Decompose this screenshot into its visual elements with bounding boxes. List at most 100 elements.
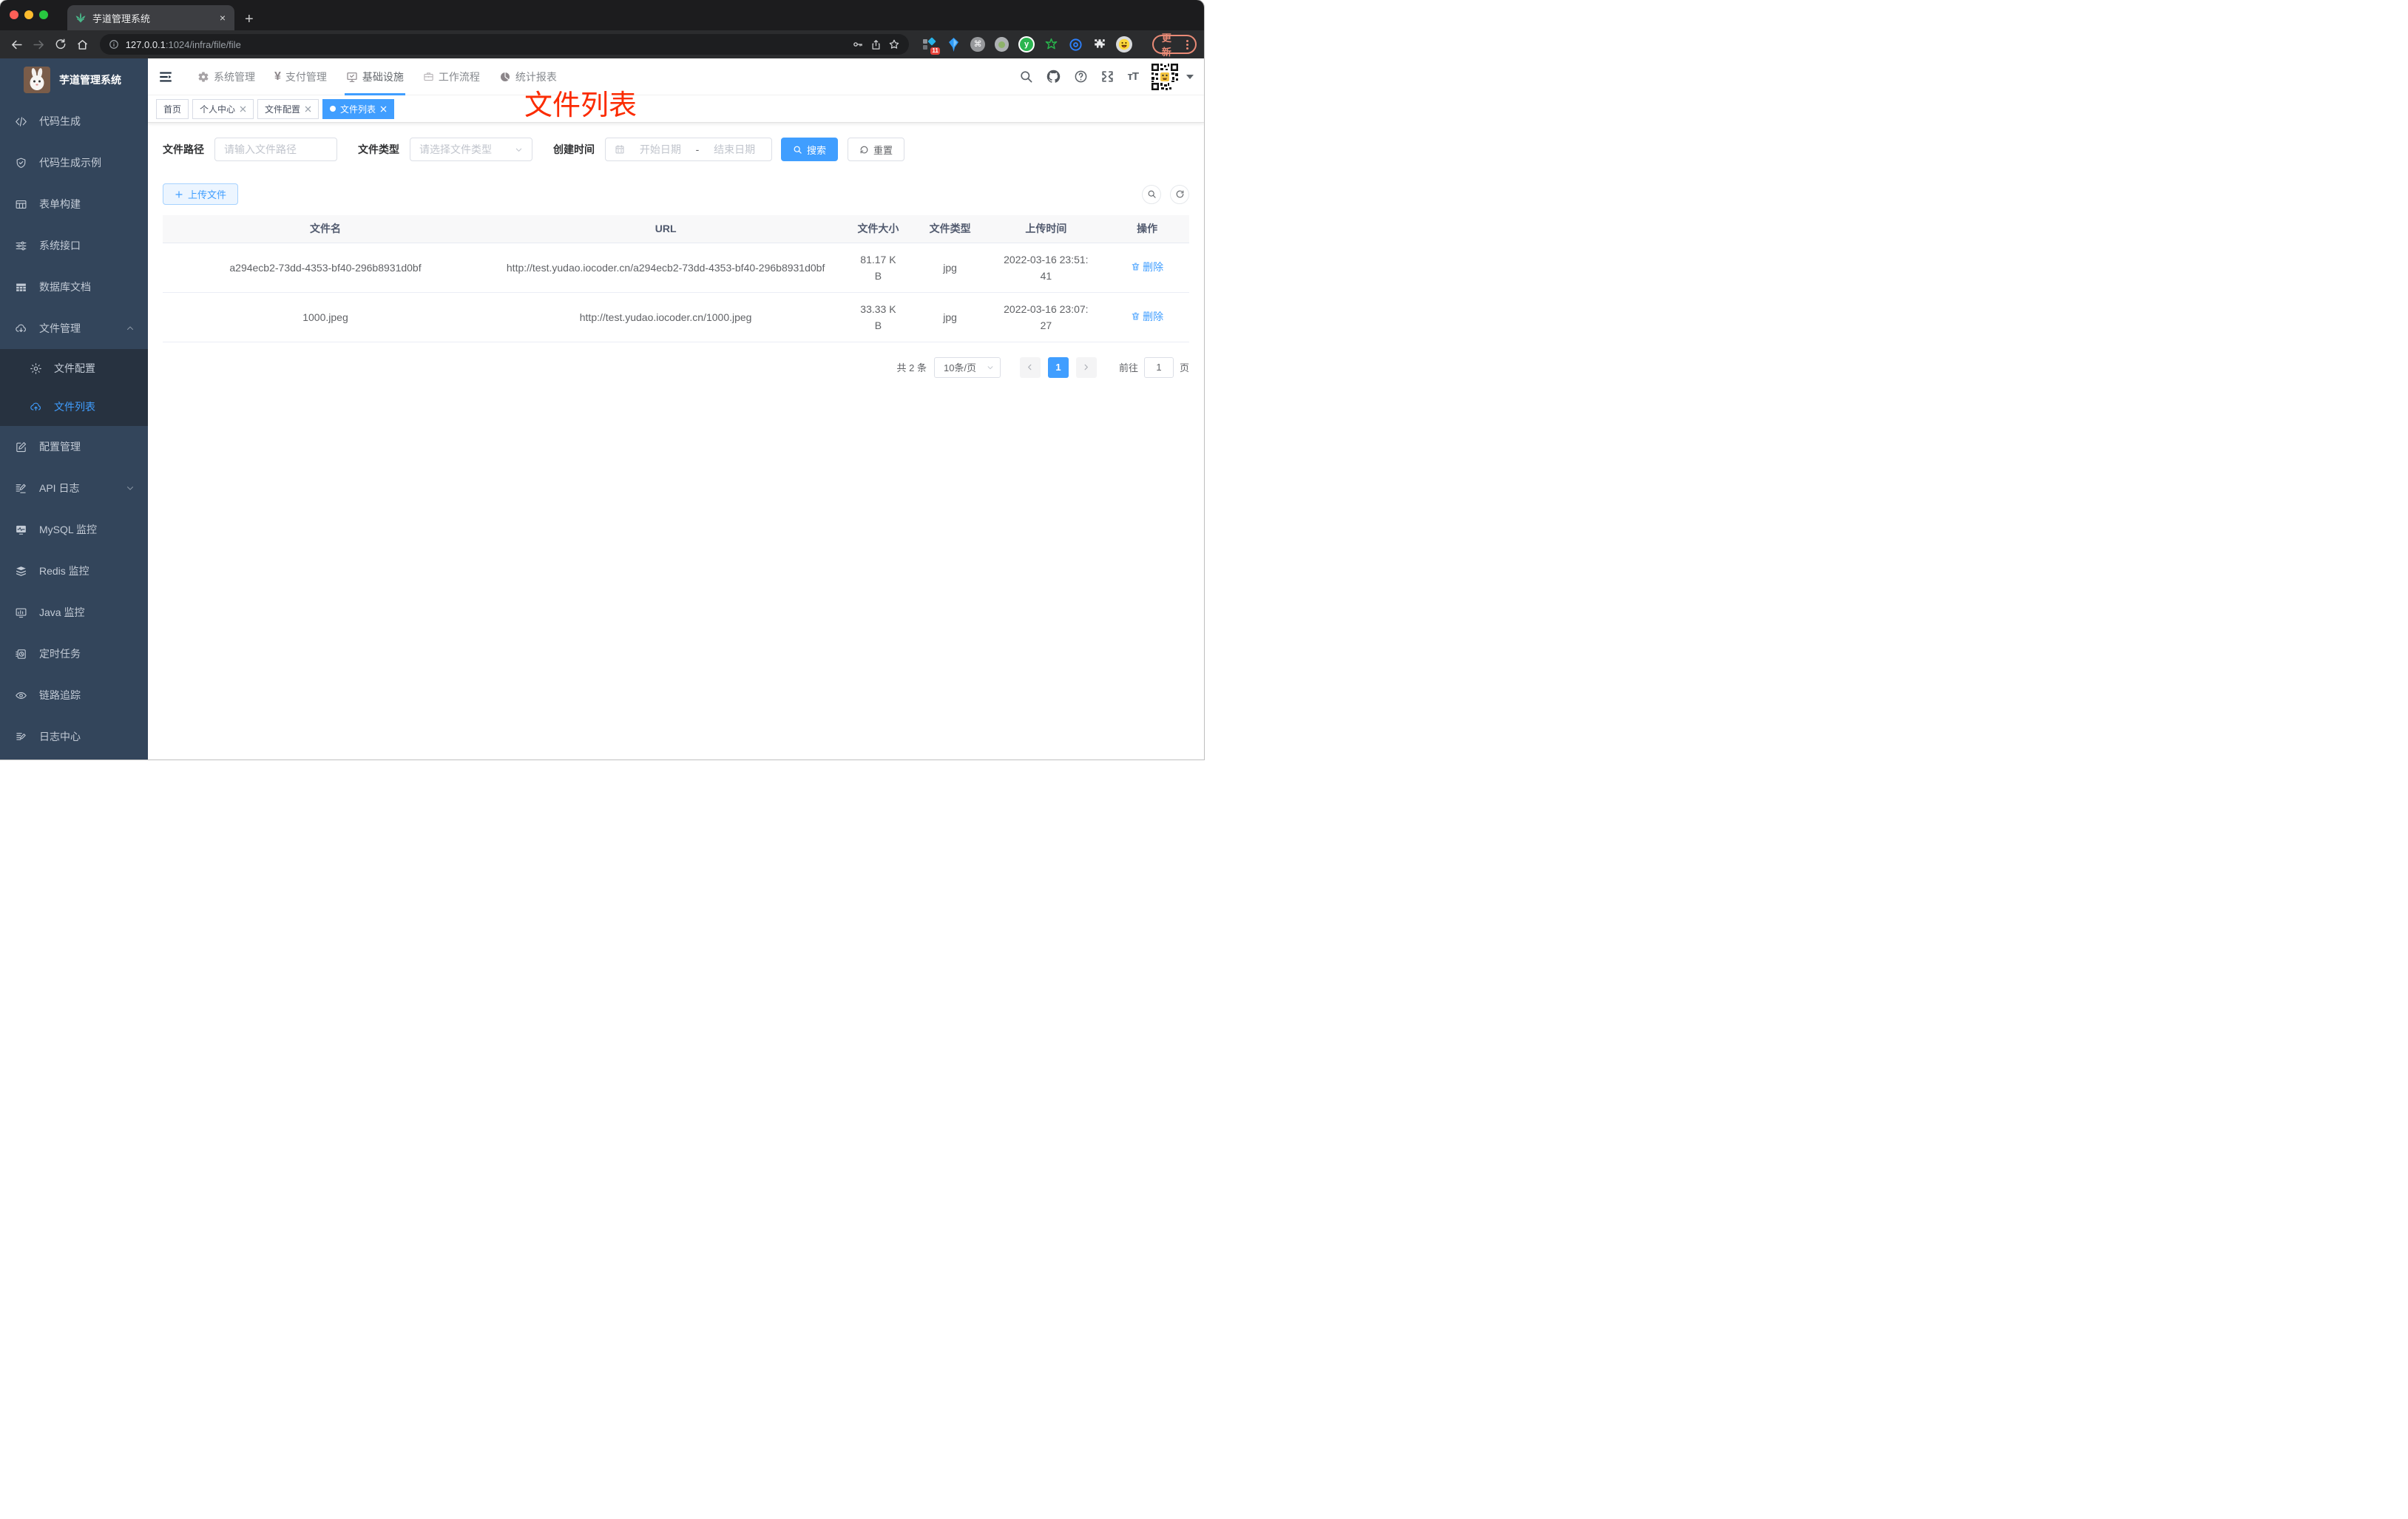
sidebar-item-code-generation[interactable]: 代码生成	[0, 101, 148, 142]
col-url: URL	[488, 215, 844, 243]
avatar-dropdown-icon[interactable]	[1186, 74, 1194, 79]
close-icon[interactable]	[380, 106, 387, 112]
toggle-search-icon[interactable]	[1142, 184, 1161, 204]
minimize-window-button[interactable]	[24, 10, 33, 19]
sidebar-item-form-builder[interactable]: 表单构建	[0, 183, 148, 225]
file-path-input-field[interactable]	[224, 143, 328, 155]
avatar-qr-code[interactable]	[1150, 61, 1180, 92]
reload-icon[interactable]	[51, 35, 70, 54]
zoom-window-button[interactable]	[39, 10, 48, 19]
sidebar-item-file-management[interactable]: 文件管理	[0, 308, 148, 349]
file-path-input[interactable]	[214, 138, 337, 161]
chevron-down-icon	[515, 146, 523, 154]
url-text[interactable]: 127.0.0.1:1024/infra/file/file	[126, 39, 241, 50]
address-bar[interactable]: 127.0.0.1:1024/infra/file/file	[99, 34, 909, 55]
cloud-upload-icon	[30, 401, 42, 413]
site-info-icon[interactable]	[109, 39, 119, 50]
next-page-button[interactable]	[1075, 356, 1097, 378]
file-type-select[interactable]: 请选择文件类型	[410, 138, 532, 161]
sidebar-item-file-config[interactable]: 文件配置	[0, 349, 148, 388]
help-icon[interactable]	[1074, 70, 1088, 84]
table-header-row: 文件名 URL 文件大小 文件类型 上传时间 操作	[163, 215, 1189, 243]
topnav-workflow[interactable]: 工作流程	[413, 58, 490, 95]
browser-tabstrip: 芋道管理系统 × +	[0, 0, 1204, 30]
start-date-placeholder[interactable]: 开始日期	[632, 142, 689, 157]
sidebar-item-api-log[interactable]: API 日志	[0, 467, 148, 509]
col-filename: 文件名	[163, 215, 488, 243]
sidebar-header[interactable]: 芋道管理系统	[0, 58, 148, 101]
calendar-icon	[615, 144, 625, 155]
sliders-icon	[15, 240, 27, 252]
rings-extension-icon[interactable]	[1068, 37, 1083, 52]
browser-menu-icon[interactable]	[1186, 39, 1188, 50]
new-tab-button[interactable]: +	[245, 12, 254, 27]
font-size-icon[interactable]: тT	[1127, 70, 1138, 83]
gem-extension-icon[interactable]	[947, 37, 961, 52]
sidebar-item-db-doc[interactable]: 数据库文档	[0, 266, 148, 308]
traffic-lights	[10, 10, 48, 19]
tag-file-list[interactable]: 文件列表	[322, 98, 395, 119]
cell-upload-time: 2022-03-16 23:51:41	[987, 243, 1106, 293]
topnav-system[interactable]: 系统管理	[188, 58, 265, 95]
command-extension-icon[interactable]: ⌘	[970, 37, 985, 52]
bookmark-star-icon[interactable]	[888, 38, 900, 50]
sidebar-item-log-center[interactable]: 日志中心	[0, 716, 148, 757]
edit-square-icon	[15, 441, 27, 453]
puzzle-extensions-icon[interactable]	[1092, 37, 1107, 52]
prev-page-button[interactable]	[1019, 356, 1041, 378]
password-key-icon[interactable]	[852, 38, 864, 50]
sidebar-item-config-management[interactable]: 配置管理	[0, 426, 148, 467]
delete-button[interactable]: 删除	[1131, 308, 1163, 325]
delete-button[interactable]: 删除	[1131, 259, 1163, 275]
tab-close-icon[interactable]: ×	[218, 13, 227, 23]
forward-icon[interactable]	[30, 35, 49, 54]
github-icon[interactable]	[1046, 69, 1061, 84]
home-icon[interactable]	[73, 35, 92, 54]
form-table-icon	[15, 198, 27, 211]
page-number-current[interactable]: 1	[1047, 356, 1069, 378]
close-icon[interactable]	[305, 106, 311, 112]
sidebar-item-tracing[interactable]: 链路追踪	[0, 674, 148, 716]
browser-tab[interactable]: 芋道管理系统 ×	[67, 5, 234, 30]
close-icon[interactable]	[240, 106, 246, 112]
back-icon[interactable]	[7, 35, 27, 54]
header-search-icon[interactable]	[1019, 70, 1033, 84]
dot-extension-icon[interactable]	[994, 37, 1009, 52]
date-range-picker[interactable]: 开始日期 - 结束日期	[605, 138, 772, 161]
briefcase-icon	[423, 71, 434, 82]
upload-file-button[interactable]: 上传文件	[163, 183, 239, 205]
search-button[interactable]: 搜索	[781, 138, 839, 161]
collapse-sidebar-icon[interactable]	[157, 68, 175, 86]
browser-update-button[interactable]: 更新	[1151, 33, 1197, 58]
topnav-infrastructure[interactable]: 基础设施	[336, 58, 413, 95]
translate-extension-icon[interactable]: 11	[922, 37, 940, 55]
topnav-reports[interactable]: 统计报表	[490, 58, 567, 95]
end-date-placeholder[interactable]: 结束日期	[706, 142, 762, 157]
sidebar-item-mysql-monitor[interactable]: MySQL 监控	[0, 509, 148, 550]
close-window-button[interactable]	[10, 10, 18, 19]
sidebar-item-redis-monitor[interactable]: Redis 监控	[0, 550, 148, 592]
cell-size: 81.17 KB	[843, 243, 913, 293]
sidebar-item-scheduled-tasks[interactable]: 定时任务	[0, 633, 148, 674]
tag-profile[interactable]: 个人中心	[192, 98, 254, 119]
total-count: 共 2 条	[896, 362, 927, 373]
share-icon[interactable]	[870, 39, 882, 50]
fullscreen-icon[interactable]	[1100, 70, 1115, 84]
chevron-down-icon	[126, 484, 135, 493]
monitor-check-icon	[346, 71, 358, 83]
sidebar-item-java-monitor[interactable]: Java 监控	[0, 592, 148, 633]
tag-file-config[interactable]: 文件配置	[257, 98, 319, 119]
star-extension-icon[interactable]	[1044, 37, 1059, 52]
sidebar-item-code-example[interactable]: 代码生成示例	[0, 142, 148, 183]
emoji-profile-icon[interactable]	[1116, 36, 1132, 53]
page-size-select[interactable]: 10条/页	[933, 356, 1001, 378]
sidebar-item-file-list[interactable]: 文件列表	[0, 388, 148, 426]
y-extension-icon[interactable]: y	[1018, 36, 1035, 53]
refresh-table-icon[interactable]	[1170, 184, 1189, 204]
cell-size: 33.33 KB	[843, 292, 913, 342]
reset-button[interactable]: 重置	[848, 138, 905, 161]
topnav-payment[interactable]: ¥ 支付管理	[265, 58, 336, 95]
goto-page-input[interactable]	[1143, 356, 1174, 378]
tag-home[interactable]: 首页	[156, 98, 189, 119]
sidebar-item-system-api[interactable]: 系统接口	[0, 225, 148, 266]
